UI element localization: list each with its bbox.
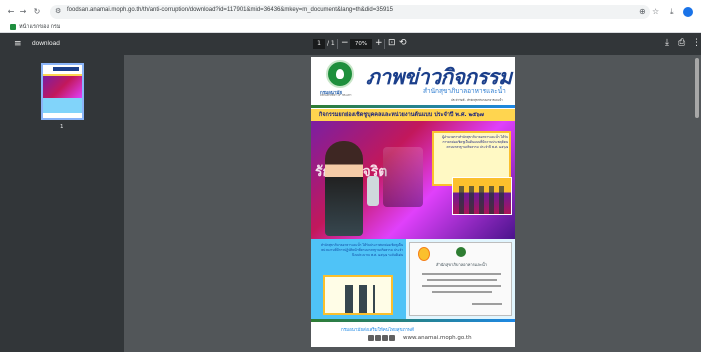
- thumb-photo: [43, 76, 82, 98]
- award-recipient: [325, 141, 363, 236]
- forward-icon[interactable]: →: [18, 7, 28, 17]
- newsletter-subtitle: สำนักสุขาภิบาลอาหารและน้ำ: [423, 87, 506, 95]
- download-pdf-icon[interactable]: ⤓: [665, 38, 669, 49]
- stage-people: [383, 147, 423, 207]
- issue-line: ประจำวันที่ - สำนักสุขาภิบาลอาหารและน้ำ: [451, 98, 503, 102]
- bookmark-star-icon[interactable]: ☆: [652, 7, 659, 17]
- newsletter-footer: กรมอนามัยส่งเสริมให้คนไทยสุขภาพดี www.an…: [311, 319, 515, 347]
- zoom-icon[interactable]: ⊕: [639, 7, 646, 17]
- bookmark-label: หน้าแรกของ กรม: [19, 24, 61, 30]
- toolbar-divider: [337, 39, 338, 49]
- url-text[interactable]: foodsan.anamai.moph.go.th/th/anti-corrup…: [67, 7, 393, 13]
- caption-text: ผู้อำนวยการสำนักสุขาภิบาลอาหารและน้ำ ได้…: [442, 135, 508, 149]
- certificate-document: สำนักสุขาภิบาลอาหารและน้ำ: [409, 242, 512, 316]
- thumb-title-block: [53, 67, 79, 71]
- certificate-signature-line: [472, 303, 502, 305]
- pdf-toolbar: ≡ download 1 / 1 − 70% + ⊡ ⟲ ⤓ ⎙ ⋮: [0, 33, 701, 55]
- dept-sub: DEPARTMENT OF HEALTH: [320, 94, 352, 97]
- facebook-icon: [368, 335, 374, 341]
- group-photo: [452, 177, 512, 215]
- lower-left-panel: สำนักสุขาภิบาลอาหารและน้ำ ได้รับประกาศยก…: [311, 239, 406, 319]
- certificate-photo: [323, 275, 393, 315]
- reload-icon[interactable]: ↻: [32, 7, 42, 17]
- rotate-icon[interactable]: ⟲: [399, 38, 407, 49]
- certificate-text-line: [422, 273, 501, 275]
- lower-section: สำนักสุขาภิบาลอาหารและน้ำ ได้รับประกาศยก…: [311, 239, 515, 319]
- youtube-icon: [382, 335, 388, 341]
- browser-chrome: ← → ↻ ⚙ foodsan.anamai.moph.go.th/th/ant…: [0, 0, 701, 33]
- site-info-icon[interactable]: ⚙: [55, 7, 61, 15]
- page-total: / 1: [327, 40, 335, 47]
- headline-text: กิจกรรมยกย่องเชิดชูบุคคลและหน่วยงานต้นแบ…: [319, 112, 484, 118]
- header-stripe: [311, 105, 515, 108]
- footer-url: www.anamai.moph.go.th: [403, 335, 472, 341]
- print-icon[interactable]: ⎙: [678, 38, 685, 49]
- thumbnail-page-label: 1: [60, 124, 64, 130]
- menu-icon[interactable]: ≡: [14, 39, 22, 49]
- download-icon[interactable]: ⤓: [670, 7, 674, 17]
- zoom-out-icon[interactable]: −: [341, 38, 349, 49]
- profile-avatar[interactable]: [683, 7, 693, 17]
- bookmark-bar: หน้าแรกของ กรม: [0, 22, 701, 33]
- footer-stripe: [311, 319, 515, 322]
- certificate-people: [345, 285, 375, 313]
- certificate-text-line: [427, 279, 497, 281]
- page-thumbnail[interactable]: [41, 63, 84, 120]
- headline-bar: กิจกรรมยกย่องเชิดชูบุคคลและหน่วยงานต้นแบ…: [311, 109, 515, 121]
- department-logo: [326, 60, 354, 88]
- bookmark-favicon-icon: [10, 24, 16, 30]
- bookmark-item[interactable]: หน้าแรกของ กรม: [10, 23, 61, 31]
- document-title: download: [32, 40, 60, 47]
- certificate-title: สำนักสุขาภิบาลอาหารและน้ำ: [436, 262, 487, 267]
- pdf-page: กรมอนามัย DEPARTMENT OF HEALTH ภาพข่าวกิ…: [311, 57, 515, 347]
- certificate-emblem: [456, 247, 466, 257]
- certificate-text-line: [422, 285, 501, 287]
- thumb-footer: [43, 113, 82, 118]
- toolbar-divider: [384, 39, 385, 49]
- social-icons: [368, 335, 395, 341]
- line-icon: [375, 335, 381, 341]
- thumb-lower: [43, 98, 82, 113]
- newsletter-header: กรมอนามัย DEPARTMENT OF HEALTH ภาพข่าวกิ…: [311, 57, 515, 109]
- page-number-input[interactable]: 1: [313, 39, 325, 49]
- zoom-input[interactable]: 70%: [350, 39, 372, 49]
- footer-slogan: กรมอนามัยส่งเสริมให้คนไทยสุขภาพดี: [341, 328, 414, 333]
- back-icon[interactable]: ←: [6, 7, 16, 17]
- certificate-text-line: [432, 291, 492, 293]
- group-figures: [459, 186, 507, 214]
- address-bar[interactable]: ⚙ foodsan.anamai.moph.go.th/th/anti-corr…: [50, 5, 650, 19]
- thumbnail-sidebar: 1: [0, 55, 124, 352]
- scrollbar-thumb[interactable]: [695, 58, 699, 118]
- zoom-in-icon[interactable]: +: [375, 38, 383, 49]
- lower-caption: สำนักสุขาภิบาลอาหารและน้ำ ได้รับประกาศยก…: [320, 243, 403, 257]
- instagram-icon: [389, 335, 395, 341]
- award-seal-icon: [418, 247, 430, 261]
- more-options-icon[interactable]: ⋮: [692, 38, 701, 49]
- award-plaque: [367, 176, 379, 206]
- fit-page-icon[interactable]: ⊡: [388, 38, 396, 49]
